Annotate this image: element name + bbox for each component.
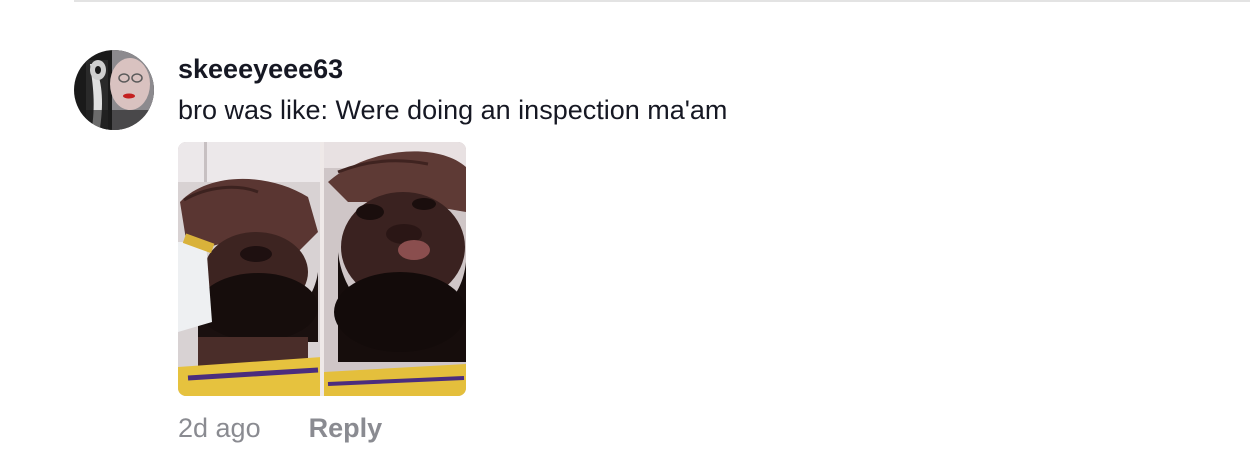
comment-page: skeeeyeee63 bro was like: Were doing an … [0, 0, 1250, 464]
comment-username[interactable]: skeeeyeee63 [178, 54, 343, 85]
comment-text: bro was like: Were doing an inspection m… [178, 95, 728, 125]
avatar-image [74, 50, 154, 130]
comment-meta: 2d ago Reply [178, 411, 382, 445]
avatar[interactable] [74, 50, 154, 130]
divider [74, 0, 1250, 2]
comment-image[interactable] [178, 142, 466, 396]
reply-button[interactable]: Reply [309, 413, 383, 444]
meme-image [178, 142, 466, 396]
comment-timestamp: 2d ago [178, 412, 261, 443]
